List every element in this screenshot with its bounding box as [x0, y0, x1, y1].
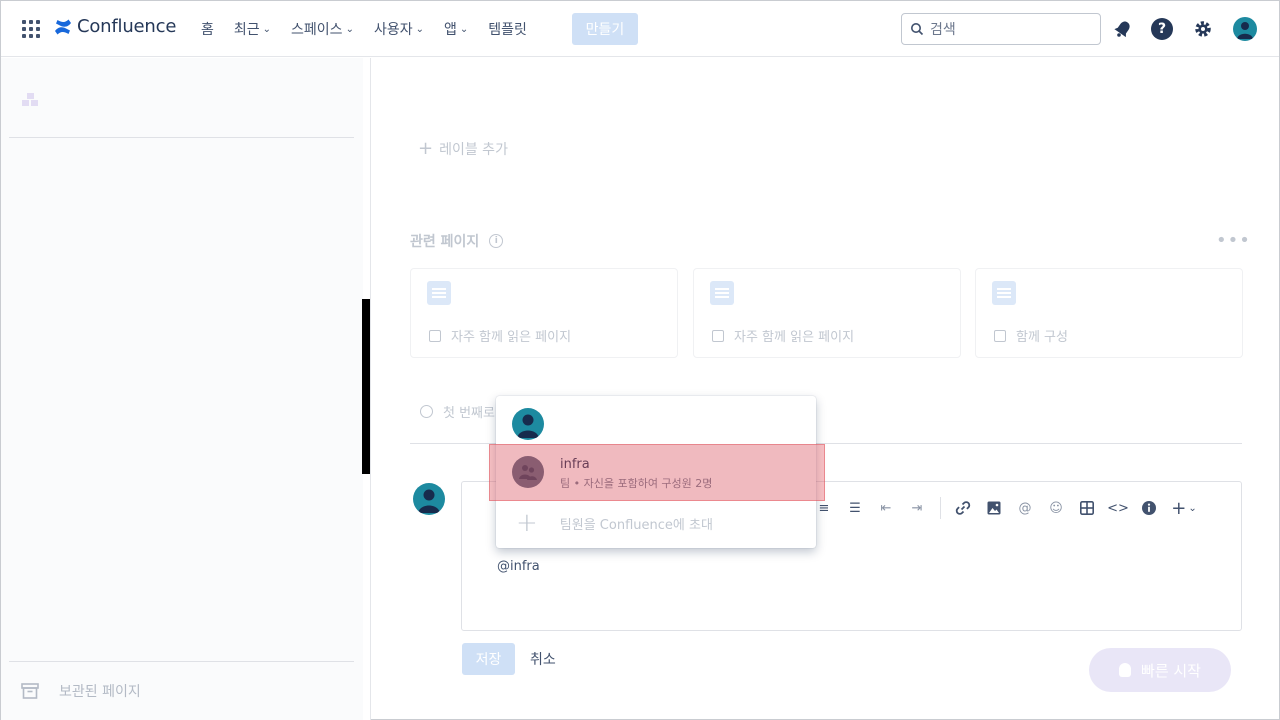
card-caption: 자주 함께 읽은 페이지	[429, 326, 571, 345]
document-icon	[992, 281, 1016, 305]
commenter-avatar	[413, 483, 445, 515]
info-icon[interactable]: i	[489, 234, 504, 248]
main-content: + 레이블 추가 관련 페이지 i ••• 자주 함께 읽은 페이지 자주 함께…	[372, 58, 1279, 720]
plus-icon: +	[418, 138, 434, 159]
page-icon	[712, 329, 724, 342]
card-caption-text: 자주 함께 읽은 페이지	[734, 330, 855, 345]
sidebar-divider	[9, 661, 354, 662]
card-caption-text: 자주 함께 읽은 페이지	[451, 330, 572, 345]
insert-more-icon[interactable]: + ⌄	[1168, 496, 1200, 520]
hierarchy-icon	[994, 329, 1006, 342]
selection-highlight	[489, 444, 825, 501]
link-icon[interactable]	[951, 496, 975, 520]
nav-spaces[interactable]: 스페이스 ⌄	[291, 19, 354, 39]
toolbar-divider	[940, 497, 941, 519]
help-icon[interactable]: ?	[1151, 18, 1173, 40]
nav-apps[interactable]: 앱 ⌄	[444, 19, 468, 39]
sidebar-resize-handle[interactable]	[362, 299, 370, 474]
related-page-card[interactable]: 자주 함께 읽은 페이지	[410, 268, 678, 358]
invite-teammate-option[interactable]: + 팀원을 Confluence에 초대	[512, 508, 713, 538]
related-page-card[interactable]: 자주 함께 읽은 페이지	[693, 268, 961, 358]
user-avatar[interactable]	[1233, 17, 1257, 41]
nav-home-label: 홈	[201, 22, 214, 38]
archived-pages-label: 보관된 페이지	[59, 684, 141, 700]
reaction-icon	[420, 405, 433, 418]
space-icon[interactable]	[21, 92, 43, 114]
notifications-icon[interactable]	[1111, 17, 1135, 41]
app-switcher-icon[interactable]	[22, 20, 40, 38]
document-icon	[710, 281, 734, 305]
nav-home[interactable]: 홈	[201, 19, 214, 39]
archive-icon	[21, 683, 39, 699]
search-placeholder: 검색	[930, 22, 956, 38]
editor-toolbar: ≡ ☰ ⇤ ⇥ @ ☺ <> + ⌄	[812, 496, 1207, 520]
sidebar-panel: 보관된 페이지	[1, 58, 363, 720]
nav-spaces-label: 스페이스	[291, 22, 343, 38]
table-icon[interactable]	[1075, 496, 1099, 520]
search-icon	[911, 23, 924, 36]
cancel-button[interactable]: 취소	[530, 643, 556, 675]
image-icon[interactable]	[982, 496, 1006, 520]
gear-icon[interactable]	[1191, 17, 1215, 41]
nav-apps-label: 앱	[444, 22, 457, 38]
add-label-text: 레이블 추가	[439, 141, 508, 158]
first-reply-text: 첫 번째로	[443, 406, 495, 421]
document-icon	[427, 281, 451, 305]
nav-templates-label: 템플릿	[488, 22, 527, 38]
code-icon[interactable]: <>	[1106, 496, 1130, 520]
nav-recent-label: 최근	[233, 22, 260, 38]
chevron-down-icon: ⌄	[262, 23, 272, 35]
chevron-down-icon: ⌄	[415, 23, 424, 35]
search-input[interactable]: 검색	[901, 13, 1101, 45]
top-nav: Confluence 홈 최근 ⌄ 스페이스 ⌄ 사용자 ⌄ 앱 ⌄ 템플릿 만들기 검…	[1, 1, 1279, 57]
card-caption-text: 함께 구성	[1016, 330, 1068, 345]
invite-label: 팀원을 Confluence에 초대	[559, 517, 713, 533]
nav-templates[interactable]: 템플릿	[488, 19, 527, 39]
nav-people[interactable]: 사용자 ⌄	[374, 19, 424, 39]
mention-user-option[interactable]	[512, 408, 544, 440]
emoji-icon[interactable]: ☺	[1044, 496, 1068, 520]
plus-icon: +	[516, 508, 538, 538]
chevron-down-icon: ⌄	[459, 23, 469, 35]
card-caption: 자주 함께 읽은 페이지	[712, 326, 854, 345]
more-options-icon[interactable]: •••	[1216, 230, 1251, 251]
save-button[interactable]: 저장	[462, 643, 515, 675]
first-reply-prompt: 첫 번째로	[420, 402, 495, 421]
card-caption: 함께 구성	[994, 326, 1068, 345]
info-panel-icon[interactable]	[1137, 496, 1161, 520]
nav-recent[interactable]: 최근 ⌄	[234, 19, 271, 39]
add-label-button[interactable]: + 레이블 추가	[418, 138, 508, 159]
indent-icon[interactable]: ⇥	[905, 496, 929, 520]
mention-query-text: @infra	[497, 559, 540, 574]
related-page-card[interactable]: 함께 구성	[975, 268, 1243, 358]
sidebar: 보관된 페이지	[1, 58, 371, 720]
quick-start-button[interactable]: 빠른 시작	[1089, 648, 1231, 692]
create-button[interactable]: 만들기	[572, 13, 638, 45]
confluence-logo[interactable]: Confluence	[53, 16, 176, 37]
page-icon	[429, 329, 441, 342]
nav-people-label: 사용자	[373, 22, 413, 38]
outdent-icon[interactable]: ⇤	[874, 496, 898, 520]
quick-start-label: 빠른 시작	[1141, 661, 1201, 680]
related-pages-title: 관련 페이지 i	[410, 231, 504, 251]
nav-items: 홈 최근 ⌄ 스페이스 ⌄ 사용자 ⌄ 앱 ⌄ 템플릿	[201, 1, 547, 57]
confluence-logo-icon	[55, 19, 71, 34]
related-pages-label: 관련 페이지	[410, 234, 480, 250]
mention-icon[interactable]: @	[1013, 496, 1037, 520]
numbered-list-icon[interactable]: ☰	[843, 496, 867, 520]
sidebar-divider	[9, 137, 354, 138]
archived-pages-link[interactable]: 보관된 페이지	[21, 681, 141, 701]
logo-text: Confluence	[77, 16, 177, 37]
chevron-down-icon: ⌄	[345, 23, 354, 35]
lightbulb-icon	[1119, 663, 1132, 677]
